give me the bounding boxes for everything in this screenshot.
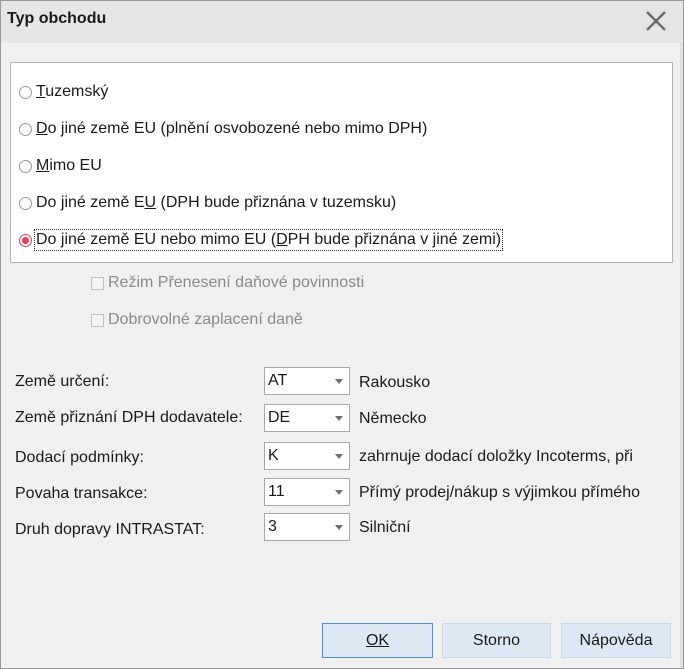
mnemonic-letter: D: [276, 231, 288, 248]
destination-country-name: Rakousko: [359, 374, 431, 391]
window-edge: [680, 43, 683, 668]
chevron-down-icon: [335, 454, 343, 459]
radio-label: Do jiné země EU (DPH bude přiznána v tuz…: [36, 194, 397, 211]
help-button[interactable]: Nápověda: [561, 623, 671, 658]
dialog-title: Typ obchodu: [7, 10, 107, 27]
radio-button[interactable]: [19, 85, 32, 99]
mnemonic-letter: U: [144, 194, 157, 211]
close-icon[interactable]: [643, 8, 669, 34]
voluntary-tax-checkbox[interactable]: Dobrovolné zaplacení daně: [91, 309, 303, 331]
radio-eu-exempt[interactable]: Do jiné země EU (plnění osvobozené nebo …: [19, 117, 427, 141]
radio-domestic[interactable]: Tuzemský: [19, 80, 108, 104]
radio-button[interactable]: [19, 159, 32, 173]
chevron-down-icon: [335, 490, 343, 495]
radio-button[interactable]: [19, 122, 32, 136]
delivery-terms-select[interactable]: K: [264, 442, 350, 470]
select-value: 3: [268, 518, 277, 535]
button-label: OK: [365, 631, 390, 649]
radio-label: Do jiné země EU nebo mimo EU (DPH bude p…: [33, 229, 504, 251]
select-value: K: [268, 447, 279, 464]
radio-outside-eu[interactable]: Mimo EU: [19, 154, 102, 178]
mnemonic-letter: T: [36, 83, 46, 100]
mnemonic-letter: D: [36, 120, 48, 137]
trade-type-dialog: Typ obchodu Tuzemský Do jiné země EU (pl…: [0, 0, 684, 669]
supplier-vat-country-name: Německo: [359, 410, 427, 427]
radio-label: Mimo EU: [36, 157, 102, 174]
ok-button[interactable]: OK: [322, 623, 433, 658]
radio-label: Tuzemský: [36, 83, 109, 100]
chevron-down-icon: [335, 525, 343, 530]
transaction-nature-label: Povaha transakce:: [15, 485, 148, 502]
radio-eu-vat-domestic[interactable]: Do jiné země EU (DPH bude přiznána v tuz…: [19, 191, 396, 215]
select-value: AT: [268, 372, 288, 389]
chevron-down-icon: [335, 379, 343, 384]
select-value: 11: [268, 483, 285, 500]
transport-mode-name: Silniční: [359, 519, 411, 536]
transport-mode-select[interactable]: 3: [264, 513, 350, 541]
radio-eu-or-outside-vat-abroad[interactable]: Do jiné země EU nebo mimo EU (DPH bude p…: [19, 228, 504, 252]
select-value: DE: [268, 409, 291, 426]
checkbox-box[interactable]: [91, 313, 104, 327]
button-label: Storno: [472, 631, 521, 649]
delivery-terms-description: zahrnuje dodací doložky Incoterms, při: [359, 448, 633, 465]
checkbox-box[interactable]: [91, 276, 104, 290]
checkbox-label: Dobrovolné zaplacení daně: [108, 311, 303, 328]
transaction-nature-description: Přímý prodej/nákup s výjimkou přímého: [359, 484, 640, 501]
mnemonic-letter: M: [36, 157, 50, 174]
reverse-charge-checkbox[interactable]: Režim Přenesení daňové povinnosti: [91, 272, 364, 294]
destination-country-select[interactable]: AT: [264, 367, 350, 395]
title-bar: Typ obchodu: [1, 1, 683, 43]
chevron-down-icon: [335, 416, 343, 421]
radio-button[interactable]: [19, 196, 32, 210]
cancel-button[interactable]: Storno: [442, 623, 551, 658]
button-label: Nápověda: [579, 631, 653, 649]
delivery-terms-label: Dodací podmínky:: [15, 449, 144, 466]
transaction-nature-select[interactable]: 11: [264, 478, 350, 506]
supplier-vat-country-label: Země přiznání DPH dodavatele:: [15, 409, 243, 426]
trade-type-radio-group: Tuzemský Do jiné země EU (plnění osvoboz…: [10, 62, 673, 263]
transport-mode-label: Druh dopravy INTRASTAT:: [15, 521, 205, 538]
checkbox-label: Režim Přenesení daňové povinnosti: [108, 274, 365, 291]
destination-country-label: Země určení:: [15, 373, 110, 390]
radio-button[interactable]: [19, 233, 32, 247]
radio-label: Do jiné země EU (plnění osvobozené nebo …: [36, 120, 428, 137]
supplier-vat-country-select[interactable]: DE: [264, 404, 350, 432]
